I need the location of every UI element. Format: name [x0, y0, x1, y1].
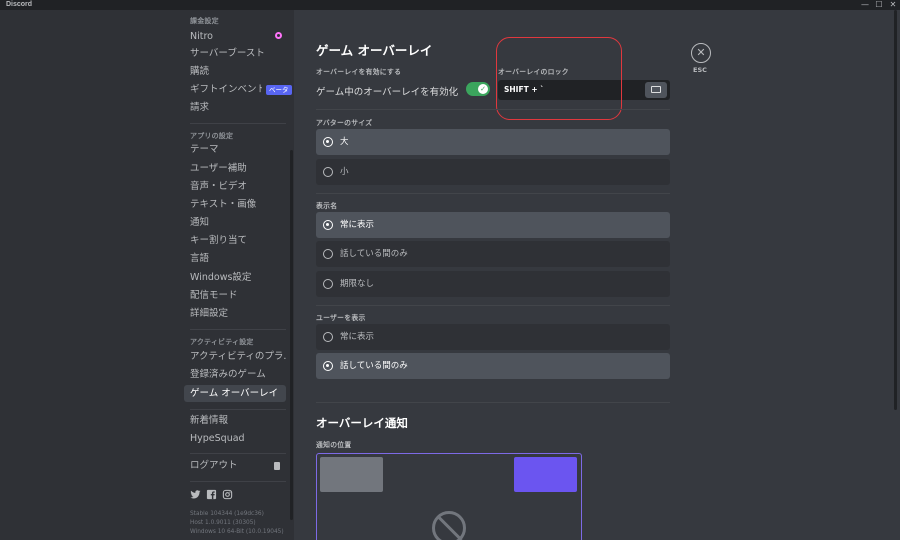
sidebar-item-whats-new[interactable]: 新着情報 [184, 412, 286, 429]
option-label: 話している間のみ [340, 361, 408, 371]
logout-icon [274, 462, 280, 470]
window-title-bar: Discord — ☐ ✕ [0, 0, 900, 10]
activity-settings-header: アクティビティ設定 [190, 338, 254, 346]
section-divider [316, 193, 670, 194]
section-divider [316, 305, 670, 306]
version-os: Windows 10 64-Bit (10.0.19045) [190, 529, 284, 535]
esc-label: ESC [693, 66, 707, 74]
option-label: 常に表示 [340, 220, 375, 230]
sidebar-item-theme[interactable]: テーマ [184, 141, 286, 158]
sidebar-item-streamer-mode[interactable]: 配信モード [184, 287, 286, 304]
display-name-label: 表示名 [316, 202, 338, 210]
sidebar-item-logout[interactable]: ログアウト [184, 457, 286, 474]
radio-icon [323, 167, 333, 177]
option-label: 話している間のみ [340, 249, 408, 259]
sidebar-item-subscriptions[interactable]: 購読 [184, 63, 286, 80]
minimize-button[interactable]: — [858, 0, 872, 10]
check-icon: ✓ [478, 84, 488, 94]
sidebar-divider [190, 409, 286, 410]
sidebar-item-accessibility[interactable]: ユーザー補助 [184, 160, 286, 177]
page-title: ゲーム オーバーレイ [316, 43, 433, 58]
sidebar-scrollbar[interactable] [290, 150, 293, 520]
radio-selected-icon [323, 361, 333, 371]
radio-icon [323, 279, 333, 289]
section-divider [316, 109, 670, 110]
sidebar-item-advanced[interactable]: 詳細設定 [184, 305, 286, 322]
radio-selected-icon [323, 137, 333, 147]
sidebar-divider [190, 481, 286, 482]
highlight-annotation [496, 37, 622, 120]
enable-overlay-label: オーバーレイを有効にする [316, 68, 402, 76]
option-label: 期限なし [340, 279, 375, 289]
display-name-option-always[interactable]: 常に表示 [316, 212, 670, 238]
notification-position-top-left[interactable] [320, 457, 383, 492]
sidebar-item-keybinds[interactable]: キー割り当て [184, 232, 286, 249]
sidebar-item-registered-games[interactable]: 登録済みのゲーム [184, 366, 286, 383]
twitter-icon[interactable] [190, 489, 201, 500]
avatar-size-option-small[interactable]: 小 [316, 159, 670, 185]
maximize-button[interactable]: ☐ [872, 0, 886, 10]
facebook-icon[interactable] [206, 489, 217, 500]
avatar-size-label: アバターのサイズ [316, 119, 373, 127]
sidebar-divider [190, 329, 286, 330]
section-divider [316, 402, 670, 403]
version-stable: Stable 104344 (1e9dc36) [190, 511, 264, 517]
show-users-label: ユーザーを表示 [316, 314, 366, 322]
close-window-button[interactable]: ✕ [886, 0, 900, 10]
nitro-icon [275, 32, 282, 39]
radio-icon [323, 249, 333, 259]
sidebar-item-text-images[interactable]: テキスト・画像 [184, 196, 286, 213]
sidebar-item-windows-settings[interactable]: Windows設定 [184, 269, 286, 286]
sidebar-item-notifications[interactable]: 通知 [184, 214, 286, 231]
option-label: 常に表示 [340, 332, 375, 342]
billing-settings-header: 課金設定 [190, 17, 219, 25]
show-users-option-speaking[interactable]: 話している間のみ [316, 353, 670, 379]
sidebar-item-nitro[interactable]: Nitro [184, 28, 286, 45]
option-label: 小 [340, 167, 349, 177]
sidebar-item-hypesquad[interactable]: HypeSquad [184, 430, 286, 447]
sidebar-divider [190, 123, 286, 124]
sidebar-item-voice-video[interactable]: 音声・ビデオ [184, 178, 286, 195]
notification-position-label: 通知の位置 [316, 441, 352, 449]
radio-selected-icon [323, 220, 333, 230]
show-users-option-always[interactable]: 常に表示 [316, 324, 670, 350]
sidebar-item-billing[interactable]: 請求 [184, 99, 286, 116]
option-label: 大 [340, 137, 349, 147]
display-name-option-speaking[interactable]: 話している間のみ [316, 241, 670, 267]
content-scrollbar[interactable] [894, 10, 897, 410]
display-name-option-never[interactable]: 期限なし [316, 271, 670, 297]
keyboard-icon [651, 86, 661, 93]
beta-badge: ベータ [266, 85, 292, 95]
sidebar-item-language[interactable]: 言語 [184, 250, 286, 267]
version-host: Host 1.0.9011 (30305) [190, 520, 256, 526]
notification-position-top-right[interactable] [514, 457, 577, 492]
radio-icon [323, 332, 333, 342]
avatar-size-option-large[interactable]: 大 [316, 129, 670, 155]
enable-overlay-text: ゲーム中のオーバーレイを有効化 [316, 87, 459, 98]
sidebar-divider [190, 453, 286, 454]
app-settings-header: アプリの設定 [190, 132, 234, 140]
sidebar-item-game-overlay[interactable]: ゲーム オーバーレイ [184, 385, 286, 402]
close-icon[interactable]: ✕ [691, 43, 711, 63]
enable-overlay-toggle[interactable]: ✓ [466, 82, 490, 96]
record-keybind-button[interactable] [645, 82, 667, 98]
disabled-icon[interactable] [432, 511, 466, 540]
settings-sidebar: 課金設定 Nitro サーバーブースト 購読 ギフトインベントリ ベータ 請求 … [0, 10, 294, 540]
sidebar-item-gift-inventory[interactable]: ギフトインベントリ [184, 81, 262, 98]
app-name: Discord [6, 1, 33, 8]
sidebar-item-server-boost[interactable]: サーバーブースト [184, 45, 286, 62]
instagram-icon[interactable] [222, 489, 233, 500]
overlay-notifications-title: オーバーレイ通知 [316, 416, 408, 430]
sidebar-item-activity-privacy[interactable]: アクティビティのプラ... [184, 348, 286, 365]
